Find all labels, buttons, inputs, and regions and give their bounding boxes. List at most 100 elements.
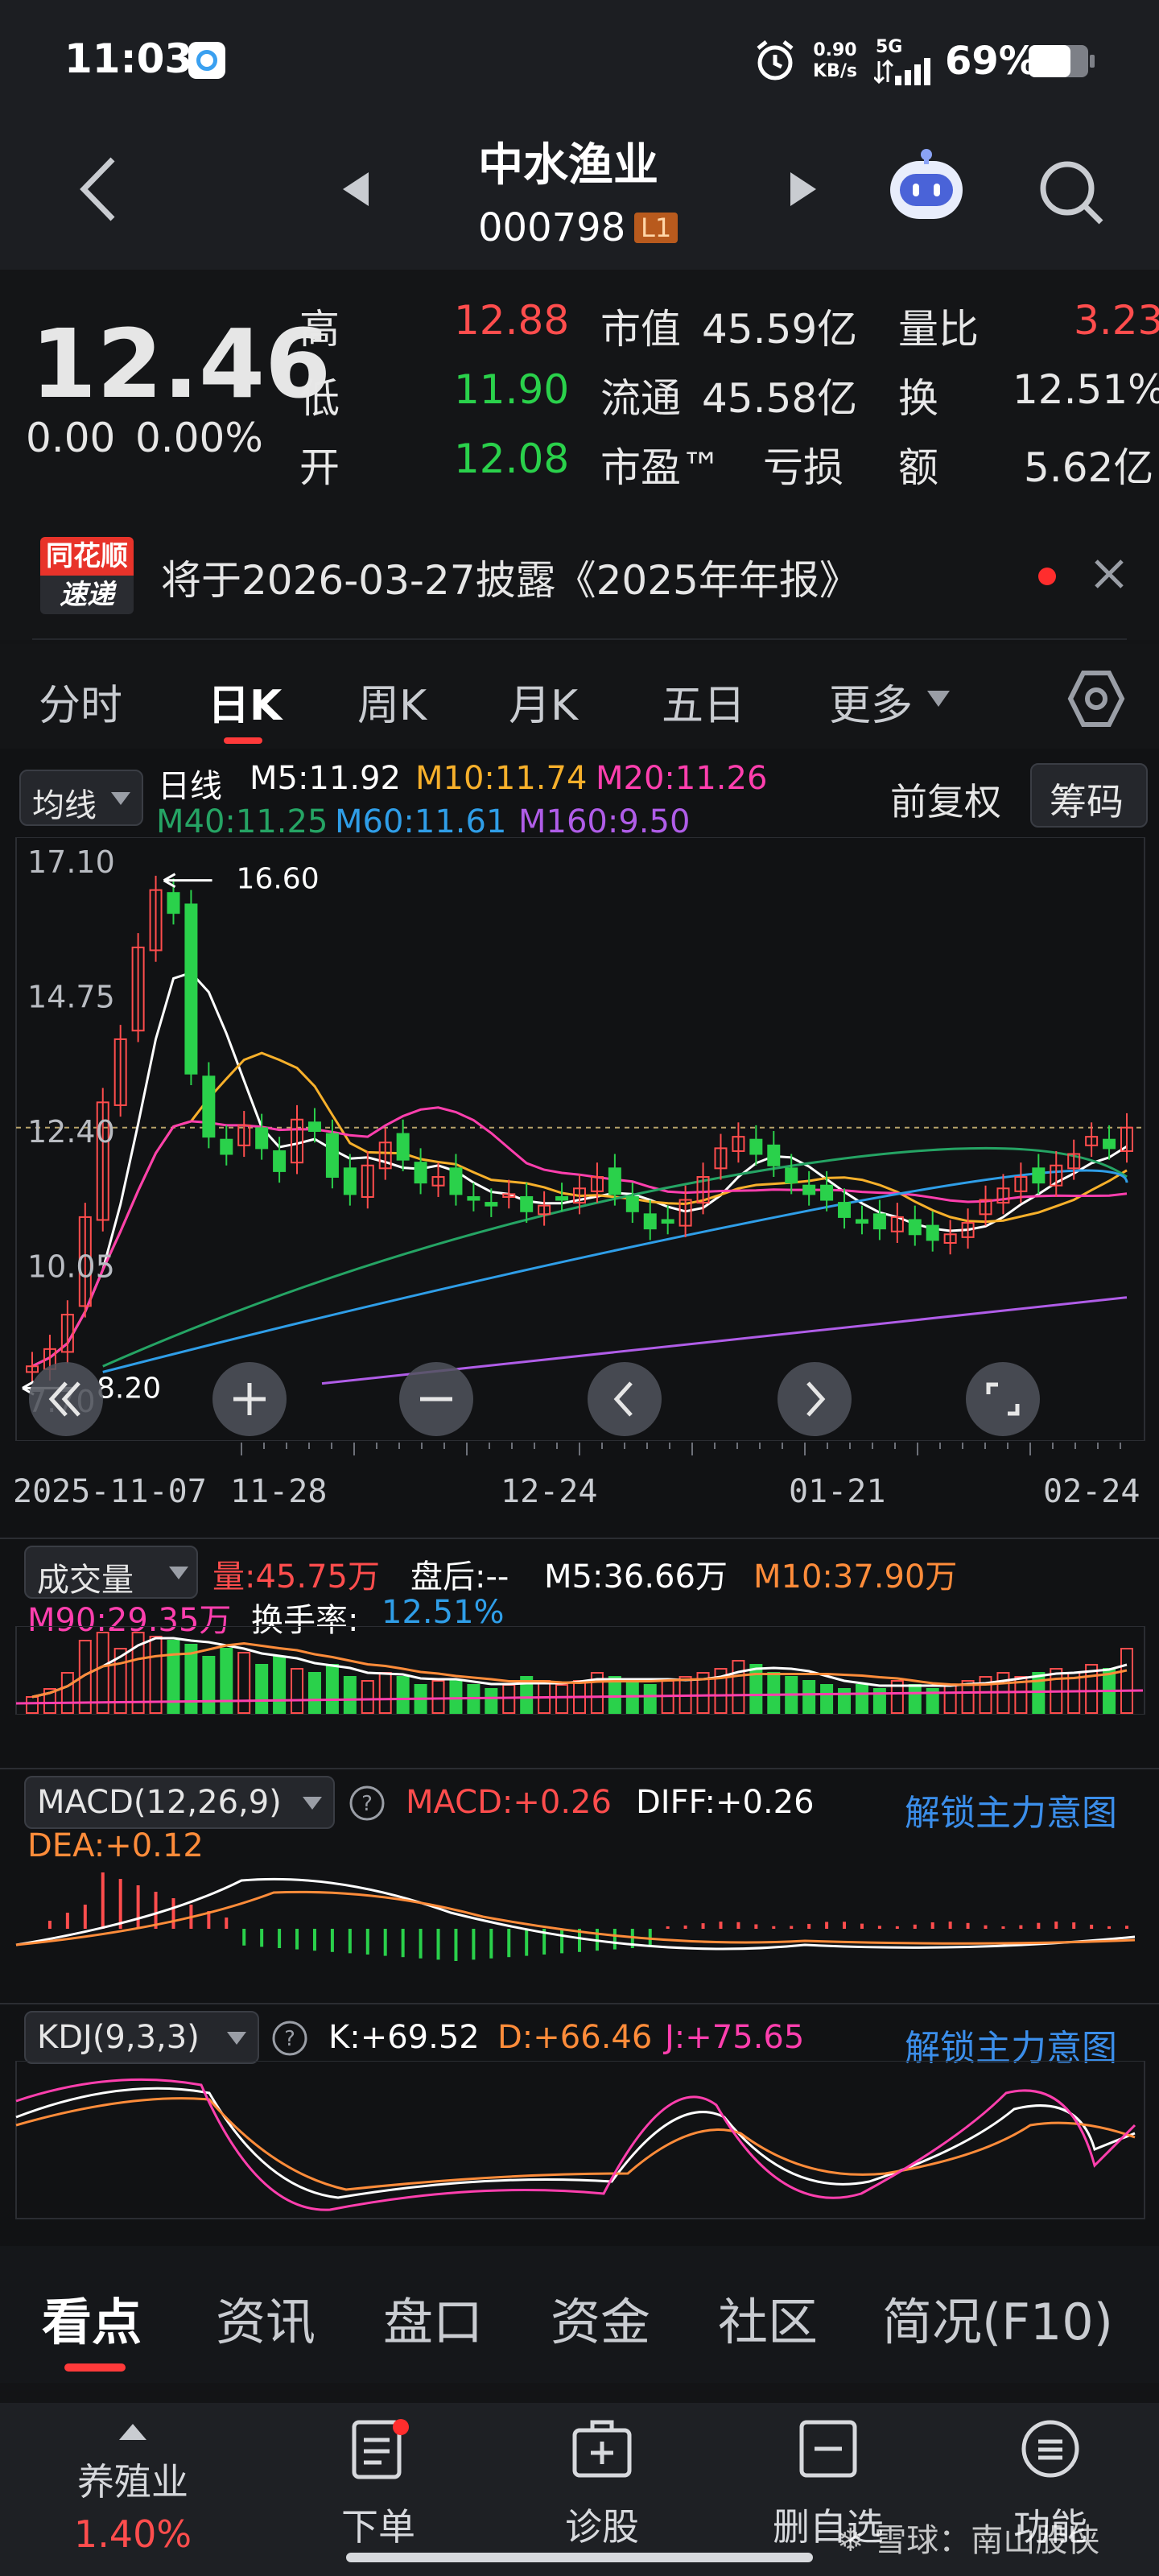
candle-body: [273, 1150, 287, 1172]
candle-body: [785, 1167, 798, 1184]
battery-percent: 69%: [945, 39, 1037, 84]
candle-body: [1032, 1167, 1046, 1184]
volume-bar: [555, 1684, 569, 1714]
order-button[interactable]: 下单: [330, 2403, 427, 2576]
ma20-value: M20:11.26: [596, 760, 768, 797]
candle-body: [467, 1195, 481, 1201]
candle-body: [767, 1144, 781, 1166]
zoom-out-button[interactable]: [399, 1362, 473, 1436]
close-icon[interactable]: [1091, 556, 1127, 592]
volume-bar: [307, 1672, 321, 1714]
volume-bar: [202, 1656, 216, 1714]
kdj-lines: [15, 2078, 1136, 2211]
candle-body: [184, 903, 198, 1075]
divider: [32, 638, 1127, 640]
net-speed-unit: KB/s: [813, 61, 857, 81]
status-time: 11:03: [64, 35, 193, 82]
kdj-d: D:+66.46: [497, 2019, 653, 2056]
macd-chart[interactable]: [0, 1808, 1159, 2001]
back-button[interactable]: [72, 153, 129, 225]
tab-highlights[interactable]: 看点: [42, 2281, 142, 2354]
volume-bar: [802, 1680, 816, 1714]
candle-body: [926, 1224, 939, 1241]
ths-express-logo: 同花顺 速递: [40, 537, 134, 614]
low-label: 低: [299, 375, 340, 422]
volume-bar: [220, 1648, 233, 1714]
y-tick-label: 12.40: [27, 1114, 115, 1150]
volume-bar: [749, 1664, 763, 1714]
next-stock-button[interactable]: [787, 171, 819, 208]
turnover-label: 换: [898, 375, 938, 422]
prev-stock-button[interactable]: [340, 171, 372, 208]
tab-weekly-k[interactable]: 周K: [357, 671, 427, 732]
fullscreen-button[interactable]: [966, 1362, 1040, 1436]
tab-monthly-k[interactable]: 月K: [509, 671, 578, 732]
candle-body: [1103, 1138, 1116, 1150]
float-cap-value: 45.58亿: [702, 375, 858, 422]
adjust-mode-button[interactable]: 前复权: [890, 773, 1001, 826]
scroll-left-fast-button[interactable]: [29, 1362, 103, 1436]
candle-body: [661, 1219, 674, 1224]
network-type: 5G: [876, 37, 903, 57]
date-label-3: 12-24: [501, 1473, 598, 1510]
diagnose-button[interactable]: 诊股: [554, 2403, 650, 2576]
tab-five-day[interactable]: 五日: [662, 671, 745, 732]
tab-intraday[interactable]: 分时: [39, 671, 122, 732]
tab-community[interactable]: 社区: [718, 2281, 818, 2354]
candle-body: [167, 892, 180, 914]
kdj-chart[interactable]: [0, 2061, 1159, 2222]
volume-bar: [255, 1664, 269, 1714]
kline-chart[interactable]: 17.1014.7512.4010.057.70 16.608.20: [0, 837, 1159, 1441]
ai-robot-icon[interactable]: [882, 147, 971, 227]
settings-icon[interactable]: [1064, 667, 1128, 731]
y-tick-label: 10.05: [27, 1249, 115, 1285]
search-icon[interactable]: [1035, 156, 1107, 229]
signal-icon: [872, 58, 930, 85]
scroll-right-button[interactable]: [777, 1362, 852, 1436]
volume-ma10: M10:37.90万: [753, 1558, 958, 1596]
volume-selector[interactable]: 成交量: [24, 1546, 198, 1599]
kdj-selector[interactable]: KDJ(9,3,3): [24, 2011, 259, 2064]
battery-icon: [1027, 43, 1095, 79]
tab-news[interactable]: 资讯: [216, 2281, 316, 2354]
stock-header: 中水渔业 000798 L1: [0, 129, 1159, 270]
scroll-left-button[interactable]: [588, 1362, 662, 1436]
volume-bar: [396, 1676, 410, 1714]
volume-bar: [343, 1676, 357, 1714]
date-label-2: 11-28: [230, 1473, 328, 1510]
candle-body: [520, 1195, 534, 1212]
help-icon[interactable]: ?: [270, 2019, 309, 2058]
volume-bar: [855, 1684, 868, 1714]
ma-selector-label: 均线: [32, 787, 97, 824]
candle-body: [202, 1075, 216, 1138]
chevron-up-icon: [119, 2424, 146, 2440]
stock-name: 中水渔业: [478, 139, 658, 192]
tab-funds[interactable]: 资金: [551, 2281, 650, 2354]
max-price-label: 16.60: [237, 863, 320, 896]
tab-more[interactable]: 更多: [829, 671, 913, 732]
notice-text: 将于2026-03-27披露《2025年年报》: [161, 557, 860, 604]
candle-body: [749, 1138, 763, 1155]
ma10-value: M10:11.74: [415, 760, 588, 797]
ma-selector[interactable]: 均线: [19, 770, 143, 826]
quote-panel: 12.46 0.00 0.00% 高 12.88 市值 45.59亿 量比 3.…: [0, 270, 1159, 519]
sector-button[interactable]: 养殖业 1.40%: [0, 2403, 233, 2576]
watermark-text: 雪球：南山股侠: [874, 2522, 1100, 2559]
notice-bar[interactable]: 同花顺 速递 将于2026-03-27披露《2025年年报》: [0, 519, 1159, 640]
low-value: 11.90: [454, 366, 570, 413]
chips-button[interactable]: 筹码: [1030, 763, 1148, 828]
kline-candles: [26, 875, 1133, 1384]
tab-f10[interactable]: 简况(F10): [882, 2281, 1113, 2354]
macd-lines: [15, 1877, 1136, 1951]
net-speed: 0.90 KB/s: [813, 40, 857, 82]
logo-line1: 同花顺: [40, 537, 134, 576]
zoom-in-button[interactable]: [212, 1362, 287, 1436]
tab-order-book[interactable]: 盘口: [383, 2281, 483, 2354]
volume-chart[interactable]: [0, 1626, 1159, 1715]
volume-bar: [732, 1660, 745, 1714]
candle-body: [307, 1121, 321, 1132]
candle-body: [802, 1184, 816, 1195]
amount-value: 5.62亿: [1024, 444, 1154, 491]
tab-daily-k[interactable]: 日K: [208, 671, 282, 732]
market-cap-value: 45.59亿: [702, 306, 858, 353]
